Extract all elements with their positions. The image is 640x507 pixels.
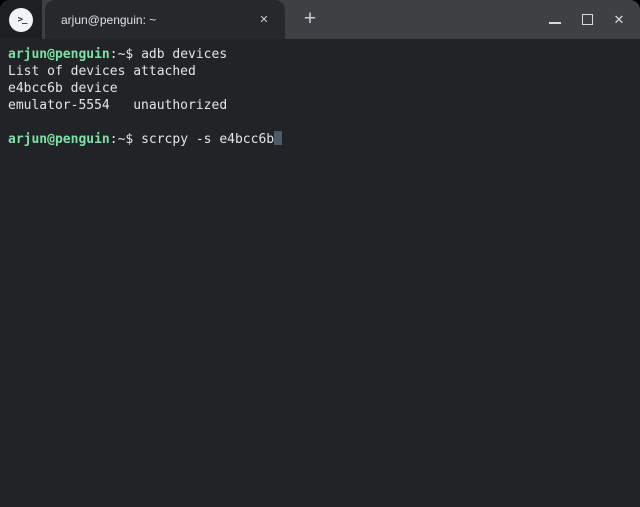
app-icon-area: >_ xyxy=(0,0,42,39)
maximize-icon xyxy=(581,14,593,25)
text-cursor xyxy=(274,131,283,145)
terminal-line: arjun@penguin:~$ adb devices xyxy=(8,46,632,63)
terminal-line: arjun@penguin:~$ scrcpy -s e4bcc6b xyxy=(8,131,632,148)
tab-arjun-penguin[interactable]: arjun@penguin: ~ ✕ xyxy=(45,0,285,39)
new-tab-button[interactable]: + xyxy=(295,4,325,34)
prompt-separator: :~$ xyxy=(109,132,142,147)
terminal-app-icon: >_ xyxy=(9,7,33,32)
terminal-window: >_ arjun@penguin: ~ ✕ + ✕ arjun@penguin:… xyxy=(0,0,640,507)
close-icon: ✕ xyxy=(613,12,625,27)
command-text: adb devices xyxy=(141,47,228,62)
tab-close-icon[interactable]: ✕ xyxy=(255,11,273,29)
terminal-line: e4bcc6b device xyxy=(8,81,118,96)
titlebar-drag-area xyxy=(325,0,546,39)
window-controls: ✕ xyxy=(546,0,640,39)
terminal-output[interactable]: arjun@penguin:~$ adb devices List of dev… xyxy=(0,39,640,507)
terminal-line: List of devices attached xyxy=(8,64,196,79)
tab-strip[interactable]: >_ arjun@penguin: ~ ✕ + ✕ xyxy=(0,0,640,39)
prompt-user-host: arjun@penguin xyxy=(8,132,110,147)
terminal-line: emulator-5554 unauthorized xyxy=(8,98,228,113)
prompt-user-host: arjun@penguin xyxy=(8,47,110,62)
tab-title: arjun@penguin: ~ xyxy=(61,12,157,27)
close-button[interactable]: ✕ xyxy=(610,11,628,29)
minimize-button[interactable] xyxy=(546,11,564,29)
command-text: scrcpy -s e4bcc6b xyxy=(141,132,275,147)
minimize-icon xyxy=(549,21,561,24)
prompt-separator: :~$ xyxy=(109,47,142,62)
maximize-button[interactable] xyxy=(578,11,596,29)
